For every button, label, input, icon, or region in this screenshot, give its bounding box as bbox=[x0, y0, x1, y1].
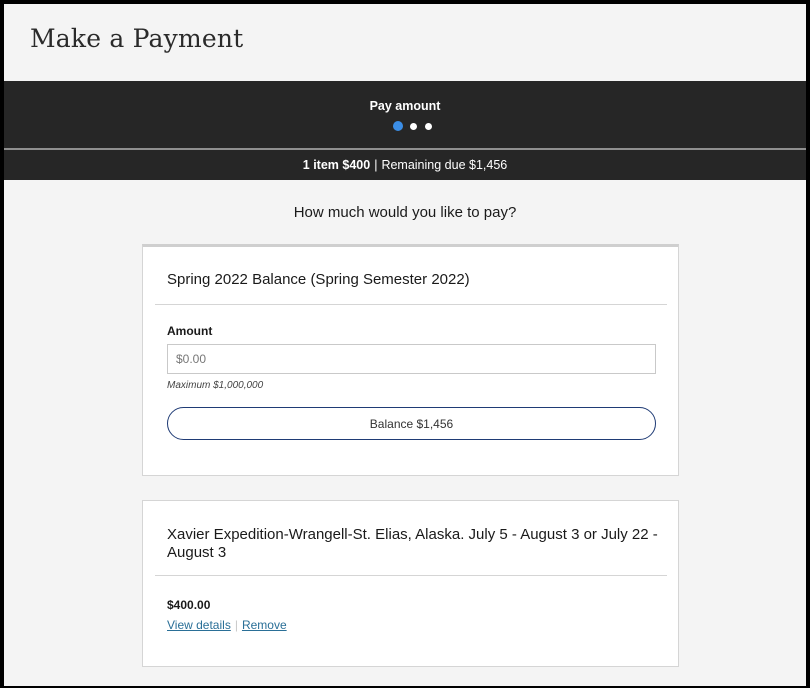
step-dot-active bbox=[393, 121, 403, 131]
item-card: Xavier Expedition-Wrangell-St. Elias, Al… bbox=[142, 500, 679, 667]
step-dot bbox=[410, 122, 417, 130]
payment-page: Make a Payment Pay amount 1 item $400 | … bbox=[4, 4, 806, 686]
page-header: Make a Payment bbox=[4, 4, 806, 82]
step-label: Pay amount bbox=[369, 99, 441, 113]
amount-label: Amount bbox=[167, 324, 213, 338]
payment-question: How much would you like to pay? bbox=[293, 204, 517, 221]
card-divider bbox=[155, 575, 667, 576]
maximum-hint: Maximum $1,000,000 bbox=[167, 380, 264, 391]
remove-link[interactable]: Remove bbox=[242, 618, 287, 632]
step-dot bbox=[425, 122, 432, 130]
item-card-title: Xavier Expedition-Wrangell-St. Elias, Al… bbox=[167, 526, 658, 561]
balance-card: Spring 2022 Balance (Spring Semester 202… bbox=[142, 244, 679, 476]
view-details-link[interactable]: View details bbox=[167, 618, 231, 632]
balance-button[interactable]: Balance $1,456 bbox=[167, 407, 656, 440]
amount-input[interactable] bbox=[167, 344, 656, 374]
summary-remaining: Remaining due $1,456 bbox=[381, 158, 508, 172]
summary-items: 1 item $400 bbox=[302, 158, 371, 172]
summary-separator: | bbox=[374, 158, 378, 172]
link-separator: | bbox=[234, 618, 238, 632]
card-divider bbox=[155, 304, 667, 305]
step-dots bbox=[393, 121, 440, 131]
progress-stepper: Pay amount bbox=[4, 81, 806, 148]
payment-summary-bar: 1 item $400 | Remaining due $1,456 bbox=[4, 150, 806, 180]
balance-card-title: Spring 2022 Balance (Spring Semester 202… bbox=[167, 271, 470, 288]
page-title: Make a Payment bbox=[30, 24, 244, 53]
item-amount: $400.00 bbox=[167, 598, 211, 612]
item-links: View details | Remove bbox=[167, 618, 287, 632]
